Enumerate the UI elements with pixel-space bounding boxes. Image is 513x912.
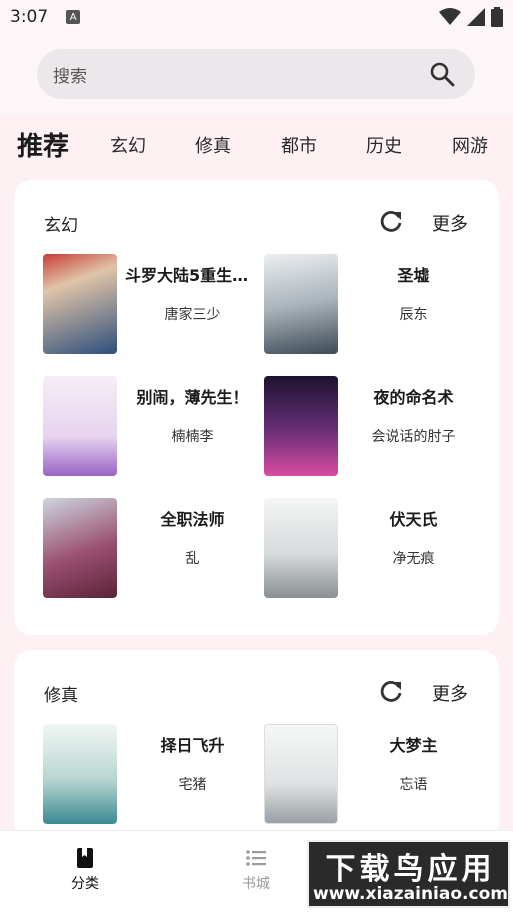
nav-label: 书城	[242, 876, 270, 892]
status-bar: 3:07 A	[0, 0, 513, 34]
book-cover	[43, 498, 117, 598]
section-title: 玄幻	[44, 216, 78, 236]
search-area: 搜索	[0, 34, 513, 114]
section-card-xuanhuan: 玄幻 更多 斗罗大陆5重生唐三 唐家三少 圣墟 辰东 别闹，薄先生！ 楠楠李 夜…	[14, 180, 499, 635]
book-author: 宅猪	[178, 777, 207, 793]
book-author: 辰东	[399, 307, 428, 323]
section-card-xiuzhen: 修真 更多 择日飞升 宅猪 大梦主 忘语	[14, 650, 499, 840]
list-icon	[246, 850, 266, 866]
book-item[interactable]: 择日飞升 宅猪	[43, 724, 273, 834]
book-cover	[43, 376, 117, 476]
book-cover	[264, 498, 338, 598]
tab-dushi[interactable]: 都市	[281, 132, 317, 158]
book-title: 伏天氏	[389, 510, 438, 529]
search-placeholder: 搜索	[53, 66, 87, 87]
book-item[interactable]: 圣墟 辰东	[264, 254, 494, 364]
more-button[interactable]: 更多	[432, 210, 468, 236]
watermark-url: www.xiazainiao.com	[313, 884, 508, 904]
book-item[interactable]: 别闹，薄先生！ 楠楠李	[43, 376, 273, 486]
book-cover	[264, 724, 338, 824]
book-author: 会说话的肘子	[371, 429, 456, 445]
book-title: 斗罗大陆5重生唐三	[125, 266, 260, 285]
book-cover	[264, 376, 338, 476]
watermark-logo: 下载鸟应用 www.xiazainiao.com	[307, 840, 510, 908]
nav-category[interactable]: 分类	[45, 847, 125, 893]
book-item[interactable]: 全职法师 乱	[43, 498, 273, 608]
book-item[interactable]: 夜的命名术 会说话的肘子	[264, 376, 494, 486]
book-item[interactable]: 伏天氏 净无痕	[264, 498, 494, 608]
watermark-title: 下载鸟应用	[325, 852, 496, 887]
tab-lishi[interactable]: 历史	[366, 132, 402, 158]
search-input[interactable]: 搜索	[37, 49, 475, 99]
book-title: 夜的命名术	[373, 388, 454, 407]
book-author: 唐家三少	[164, 307, 221, 323]
refresh-icon[interactable]	[378, 678, 404, 704]
tab-xuanhuan[interactable]: 玄幻	[110, 132, 146, 158]
nav-label: 分类	[71, 876, 99, 892]
signal-icon	[467, 8, 485, 26]
book-item[interactable]: 大梦主 忘语	[264, 724, 494, 834]
refresh-icon[interactable]	[378, 208, 404, 234]
status-time: 3:07	[10, 7, 49, 27]
wifi-icon	[439, 8, 461, 25]
battery-icon	[491, 7, 503, 27]
notification-icon: A	[66, 10, 81, 24]
category-tabs: 推荐 玄幻 修真 都市 历史 网游	[0, 118, 513, 170]
tab-recommend[interactable]: 推荐	[17, 126, 69, 163]
book-cover	[264, 254, 338, 354]
book-cover	[43, 254, 117, 354]
book-title: 全职法师	[160, 510, 225, 529]
nav-bookstore[interactable]: 书城	[216, 847, 296, 893]
book-icon	[77, 848, 93, 868]
tab-xiuzhen[interactable]: 修真	[195, 132, 231, 158]
tab-wangyou[interactable]: 网游	[452, 132, 488, 158]
status-icons	[439, 7, 503, 27]
book-title: 别闹，薄先生！	[136, 388, 249, 407]
more-button[interactable]: 更多	[432, 680, 468, 706]
book-cover	[43, 724, 117, 824]
book-item[interactable]: 斗罗大陆5重生唐三 唐家三少	[43, 254, 273, 364]
book-author: 乱	[185, 551, 200, 567]
book-title: 大梦主	[389, 736, 438, 755]
book-title: 圣墟	[397, 266, 430, 285]
book-author: 净无痕	[392, 551, 435, 567]
search-icon[interactable]	[429, 61, 455, 87]
section-title: 修真	[44, 686, 78, 706]
book-title: 择日飞升	[160, 736, 225, 755]
book-author: 楠楠李	[171, 429, 214, 445]
book-author: 忘语	[399, 777, 428, 793]
